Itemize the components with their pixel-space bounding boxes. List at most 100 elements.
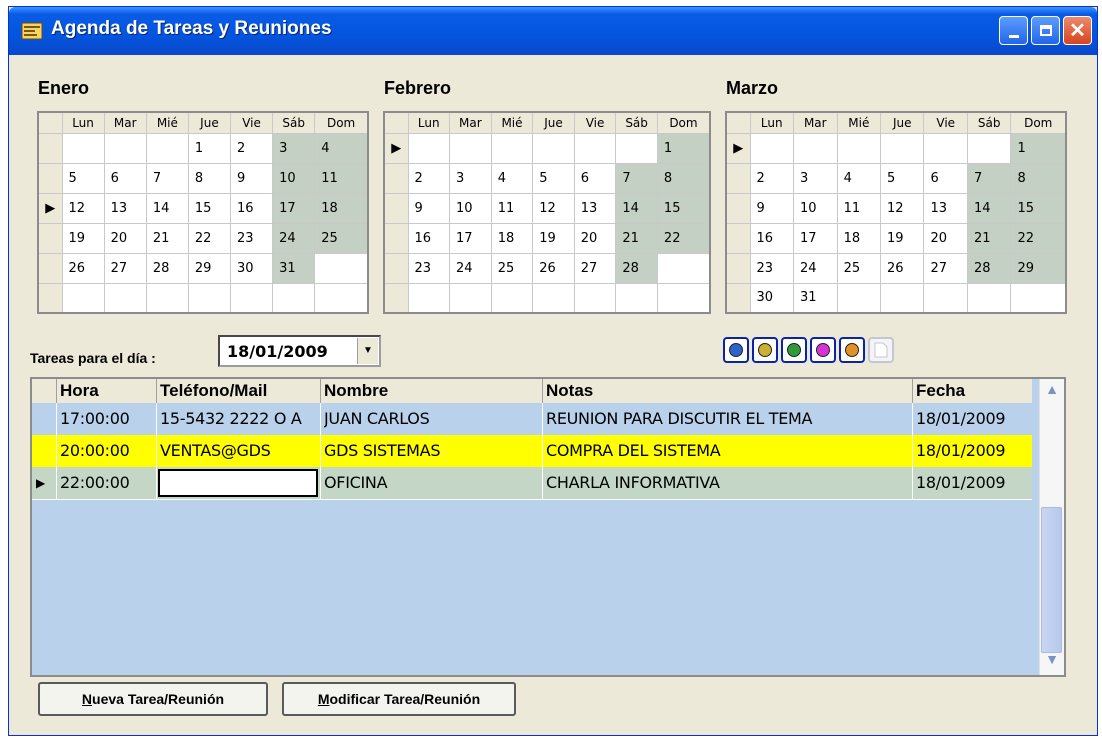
calendar-day[interactable] bbox=[749, 132, 794, 164]
calendar-day[interactable] bbox=[573, 132, 617, 164]
calendar-day[interactable] bbox=[272, 282, 316, 314]
cell-notas[interactable]: CHARLA INFORMATIVA bbox=[546, 473, 910, 492]
calendar-day[interactable]: 29 bbox=[187, 252, 231, 284]
calendar-day[interactable]: 5 bbox=[532, 162, 575, 194]
calendar-day[interactable] bbox=[532, 282, 575, 314]
calendar-day[interactable]: 18 bbox=[836, 222, 882, 254]
calendar-day[interactable]: 4 bbox=[490, 162, 534, 194]
edit-task-button[interactable]: Modificar Tarea/Reunión bbox=[282, 682, 516, 716]
new-task-button[interactable]: Nueva Tarea/Reunión bbox=[38, 682, 268, 716]
calendar-day[interactable]: 9 bbox=[229, 162, 274, 194]
calendar-day[interactable]: 1 bbox=[656, 132, 711, 164]
calendar-day[interactable]: 1 bbox=[187, 132, 231, 164]
calendar-day[interactable] bbox=[61, 132, 105, 164]
calendar-day[interactable]: 10 bbox=[449, 192, 492, 224]
calendar-day[interactable]: 4 bbox=[836, 162, 882, 194]
calendar-day[interactable] bbox=[656, 282, 711, 314]
calendar-day[interactable]: 9 bbox=[749, 192, 794, 224]
cell-hora[interactable]: 17:00:00 bbox=[60, 409, 154, 428]
calendar-day[interactable]: 25 bbox=[490, 252, 534, 284]
calendar-day[interactable]: 18 bbox=[490, 222, 534, 254]
calendar-day[interactable] bbox=[449, 282, 492, 314]
calendar-day[interactable]: 22 bbox=[187, 222, 231, 254]
calendar-day[interactable] bbox=[532, 132, 575, 164]
calendar-day[interactable]: 10 bbox=[792, 192, 838, 224]
calendar-enero[interactable]: Lun Mar Mié Jue Vie Sáb Dom 1 2 3 4 5 6 7 8 9 10 11 ▶ 12 13 1… bbox=[37, 111, 369, 314]
calendar-day[interactable]: 2 bbox=[229, 132, 274, 164]
table-row[interactable]: 17:00:00 15-5432 2222 O A JUAN CARLOS REUNI… bbox=[32, 403, 1032, 436]
calendar-day[interactable]: 3 bbox=[449, 162, 492, 194]
cell-nombre[interactable]: OFICINA bbox=[324, 473, 540, 492]
close-button[interactable]: ✕ bbox=[1063, 16, 1092, 45]
cell-hora[interactable]: 22:00:00 bbox=[60, 473, 154, 492]
scroll-down-icon[interactable]: ▼ bbox=[1040, 651, 1064, 673]
calendar-day[interactable] bbox=[923, 132, 968, 164]
column-header-notas[interactable]: Notas bbox=[546, 381, 593, 401]
calendar-day[interactable]: 24 bbox=[792, 252, 838, 284]
calendar-day[interactable]: 18 bbox=[314, 192, 369, 224]
calendar-day[interactable]: 22 bbox=[1010, 222, 1067, 254]
table-row[interactable]: 20:00:00 VENTAS@GDS GDS SISTEMAS COMPRA DEL… bbox=[32, 435, 1032, 468]
calendar-day[interactable]: 11 bbox=[314, 162, 369, 194]
calendar-day[interactable]: 12 bbox=[532, 192, 575, 224]
calendar-day[interactable] bbox=[314, 282, 369, 314]
calendar-day[interactable]: 6 bbox=[923, 162, 968, 194]
calendar-day[interactable]: 27 bbox=[923, 252, 968, 284]
calendar-day[interactable]: 13 bbox=[573, 192, 617, 224]
calendar-day[interactable]: 8 bbox=[1010, 162, 1067, 194]
title-bar[interactable]: Agenda de Tareas y Reuniones ✕ bbox=[9, 7, 1097, 55]
maximize-button[interactable] bbox=[1031, 16, 1060, 45]
cell-contacto[interactable]: VENTAS@GDS bbox=[160, 441, 318, 460]
tasks-grid[interactable]: Hora Teléfono/Mail Nombre Notas Fecha 17… bbox=[30, 377, 1066, 677]
calendar-day[interactable]: 27 bbox=[573, 252, 617, 284]
calendar-day[interactable]: 26 bbox=[880, 252, 925, 284]
calendar-day[interactable]: 26 bbox=[532, 252, 575, 284]
calendar-day[interactable]: 6 bbox=[103, 162, 147, 194]
calendar-day[interactable]: 24 bbox=[449, 252, 492, 284]
column-header-nombre[interactable]: Nombre bbox=[324, 381, 388, 401]
calendar-day[interactable]: 2 bbox=[749, 162, 794, 194]
calendar-day[interactable]: 2 bbox=[407, 162, 451, 194]
contact-edit-field[interactable] bbox=[158, 469, 318, 497]
minimize-button[interactable] bbox=[999, 16, 1028, 45]
cell-notas[interactable]: REUNION PARA DISCUTIR EL TEMA bbox=[546, 409, 910, 428]
calendar-day[interactable] bbox=[187, 282, 231, 314]
cell-fecha[interactable]: 18/01/2009 bbox=[916, 473, 1028, 492]
calendar-day[interactable]: 25 bbox=[314, 222, 369, 254]
calendar-day[interactable]: 5 bbox=[61, 162, 105, 194]
calendar-day[interactable]: 17 bbox=[272, 192, 316, 224]
table-row[interactable]: ▶ 22:00:00 OFICINA CHARLA INFORMATIVA 18/01/… bbox=[32, 467, 1032, 500]
calendar-day[interactable] bbox=[490, 132, 534, 164]
cell-hora[interactable]: 20:00:00 bbox=[60, 441, 154, 460]
calendar-day[interactable]: 16 bbox=[229, 192, 274, 224]
column-header-telefono[interactable]: Teléfono/Mail bbox=[160, 381, 267, 401]
calendar-day[interactable]: 17 bbox=[792, 222, 838, 254]
task-date-picker[interactable]: 18/01/2009 ▼ bbox=[218, 335, 381, 367]
cell-nombre[interactable]: JUAN CARLOS bbox=[324, 409, 540, 428]
calendar-day[interactable]: 23 bbox=[407, 252, 451, 284]
calendar-day[interactable]: 22 bbox=[656, 222, 711, 254]
calendar-day[interactable]: 14 bbox=[966, 192, 1012, 224]
color-magenta-button[interactable] bbox=[810, 337, 836, 363]
cell-nombre[interactable]: GDS SISTEMAS bbox=[324, 441, 540, 460]
calendar-day[interactable]: 12 bbox=[880, 192, 925, 224]
calendar-febrero[interactable]: Lun Mar Mié Jue Vie Sáb Dom ▶ 1 2 3 4 5 6 7 8 9 10 11 12 13 1… bbox=[383, 111, 711, 314]
chevron-down-icon[interactable]: ▼ bbox=[357, 338, 378, 364]
calendar-day[interactable]: 20 bbox=[573, 222, 617, 254]
calendar-day[interactable]: 13 bbox=[103, 192, 147, 224]
calendar-day[interactable]: 3 bbox=[272, 132, 316, 164]
calendar-day[interactable]: 21 bbox=[145, 222, 189, 254]
calendar-day[interactable] bbox=[966, 132, 1012, 164]
calendar-day[interactable] bbox=[145, 282, 189, 314]
cell-contacto[interactable]: 15-5432 2222 O A bbox=[160, 409, 318, 428]
scrollbar-thumb[interactable] bbox=[1041, 507, 1062, 653]
calendar-day[interactable]: 25 bbox=[836, 252, 882, 284]
cell-fecha[interactable]: 18/01/2009 bbox=[916, 441, 1028, 460]
calendar-day[interactable] bbox=[966, 282, 1012, 314]
cell-notas[interactable]: COMPRA DEL SISTEMA bbox=[546, 441, 910, 460]
calendar-day[interactable] bbox=[407, 132, 451, 164]
color-orange-button[interactable] bbox=[839, 337, 865, 363]
cell-fecha[interactable]: 18/01/2009 bbox=[916, 409, 1028, 428]
calendar-day[interactable]: 24 bbox=[272, 222, 316, 254]
calendar-day[interactable]: 12 bbox=[61, 192, 105, 224]
